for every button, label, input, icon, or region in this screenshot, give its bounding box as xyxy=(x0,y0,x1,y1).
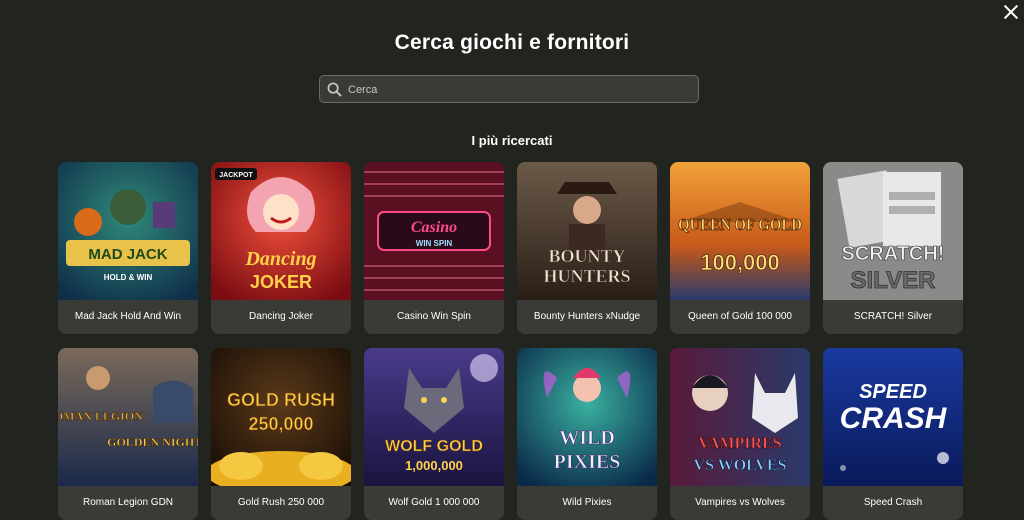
game-thumbnail: SCRATCH! SILVER xyxy=(823,162,963,300)
game-name: Vampires vs Wolves xyxy=(695,497,785,508)
games-grid: MAD JACK HOLD & WIN Mad Jack Hold And Wi… xyxy=(58,162,963,520)
game-card-mad-jack[interactable]: MAD JACK HOLD & WIN Mad Jack Hold And Wi… xyxy=(58,162,198,334)
game-thumbnail: BOUNTY HUNTERS xyxy=(517,162,657,300)
game-thumbnail: SPEED CRASH xyxy=(823,348,963,486)
art-subtitle: GOLDEN NIGHTS xyxy=(107,435,198,449)
game-name: Speed Crash xyxy=(863,497,923,508)
game-card-bounty-hunters[interactable]: BOUNTY HUNTERS Bounty Hunters xNudge xyxy=(517,162,657,334)
game-card-wild-pixies[interactable]: WILD PIXIES Wild Pixies xyxy=(517,348,657,520)
game-name: Bounty Hunters xNudge xyxy=(533,311,641,322)
game-card-vampires-vs-wolves[interactable]: VAMPIRES VS WOLVES Vampires vs Wolves xyxy=(670,348,810,520)
art-subtitle: SILVER xyxy=(851,267,936,294)
game-card-scratch-silver[interactable]: SCRATCH! SILVER SCRATCH! Silver xyxy=(823,162,963,334)
art-title: SCRATCH! xyxy=(842,243,945,265)
art-subtitle: VS WOLVES xyxy=(694,457,787,474)
art-subtitle: WIN SPIN xyxy=(416,239,453,248)
art-title: Dancing xyxy=(244,248,316,270)
game-card-queen-of-gold[interactable]: QUEEN OF GOLD 100,000 Queen of Gold 100 … xyxy=(670,162,810,334)
art-subtitle: JOKER xyxy=(250,272,312,292)
search-icon xyxy=(327,82,342,97)
game-thumbnail: JACKPOT Dancing JOKER xyxy=(211,162,351,300)
close-button[interactable] xyxy=(1002,3,1020,21)
game-card-wolf-gold[interactable]: WOLF GOLD 1,000,000 Wolf Gold 1 000 000 xyxy=(364,348,504,520)
art-title: BOUNTY xyxy=(548,246,625,266)
art-title: MAD JACK xyxy=(88,246,167,263)
art-title: GOLD RUSH xyxy=(227,390,335,410)
game-name: Roman Legion GDN xyxy=(82,497,174,508)
game-card-speed-crash[interactable]: SPEED CRASH Speed Crash xyxy=(823,348,963,520)
game-card-casino-win-spin[interactable]: Casino WIN SPIN Casino Win Spin xyxy=(364,162,504,334)
game-thumbnail: MAD JACK HOLD & WIN xyxy=(58,162,198,300)
game-thumbnail: WILD PIXIES xyxy=(517,348,657,486)
game-name: Dancing Joker xyxy=(249,311,313,322)
art-title: WILD xyxy=(559,427,615,449)
art-subtitle: HOLD & WIN xyxy=(104,273,153,282)
game-card-dancing-joker[interactable]: JACKPOT Dancing JOKER Dancing Joker xyxy=(211,162,351,334)
art-title: VAMPIRES xyxy=(698,435,781,452)
game-name: Wolf Gold 1 000 000 xyxy=(388,497,480,508)
art-title: Casino xyxy=(411,219,457,236)
game-card-roman-legion[interactable]: ROMAN LEGION GOLDEN NIGHTS Roman Legion … xyxy=(58,348,198,520)
game-thumbnail: QUEEN OF GOLD 100,000 xyxy=(670,162,810,300)
game-name: SCRATCH! Silver xyxy=(853,311,933,322)
art-subtitle: 1,000,000 xyxy=(405,458,463,473)
game-name: Wild Pixies xyxy=(562,497,612,508)
game-thumbnail: VAMPIRES VS WOLVES xyxy=(670,348,810,486)
art-title: SPEED xyxy=(859,381,927,403)
game-thumbnail: WOLF GOLD 1,000,000 xyxy=(364,348,504,486)
game-name: Mad Jack Hold And Win xyxy=(74,311,182,322)
game-name: Queen of Gold 100 000 xyxy=(688,311,792,322)
art-subtitle: PIXIES xyxy=(554,451,621,473)
search-input[interactable] xyxy=(346,79,690,101)
art-subtitle: HUNTERS xyxy=(543,266,630,286)
art-title: WOLF GOLD xyxy=(385,438,483,455)
art-subtitle: 100,000 xyxy=(700,250,780,275)
art-title: QUEEN OF GOLD xyxy=(678,215,802,234)
page-title: Cerca giochi e fornitori xyxy=(394,31,630,54)
game-thumbnail: GOLD RUSH 250,000 xyxy=(211,348,351,486)
art-subtitle: 250,000 xyxy=(248,414,313,434)
search-box[interactable] xyxy=(319,75,699,103)
popular-heading: I più ricercati xyxy=(471,133,553,148)
game-card-gold-rush[interactable]: GOLD RUSH 250,000 Gold Rush 250 000 xyxy=(211,348,351,520)
art-subtitle: CRASH xyxy=(840,402,948,435)
game-name: Casino Win Spin xyxy=(397,311,471,322)
jackpot-badge: JACKPOT xyxy=(219,172,253,179)
art-title: ROMAN LEGION xyxy=(58,409,143,423)
game-thumbnail: ROMAN LEGION GOLDEN NIGHTS xyxy=(58,348,198,486)
game-thumbnail: Casino WIN SPIN xyxy=(364,162,504,300)
game-name: Gold Rush 250 000 xyxy=(237,497,325,508)
